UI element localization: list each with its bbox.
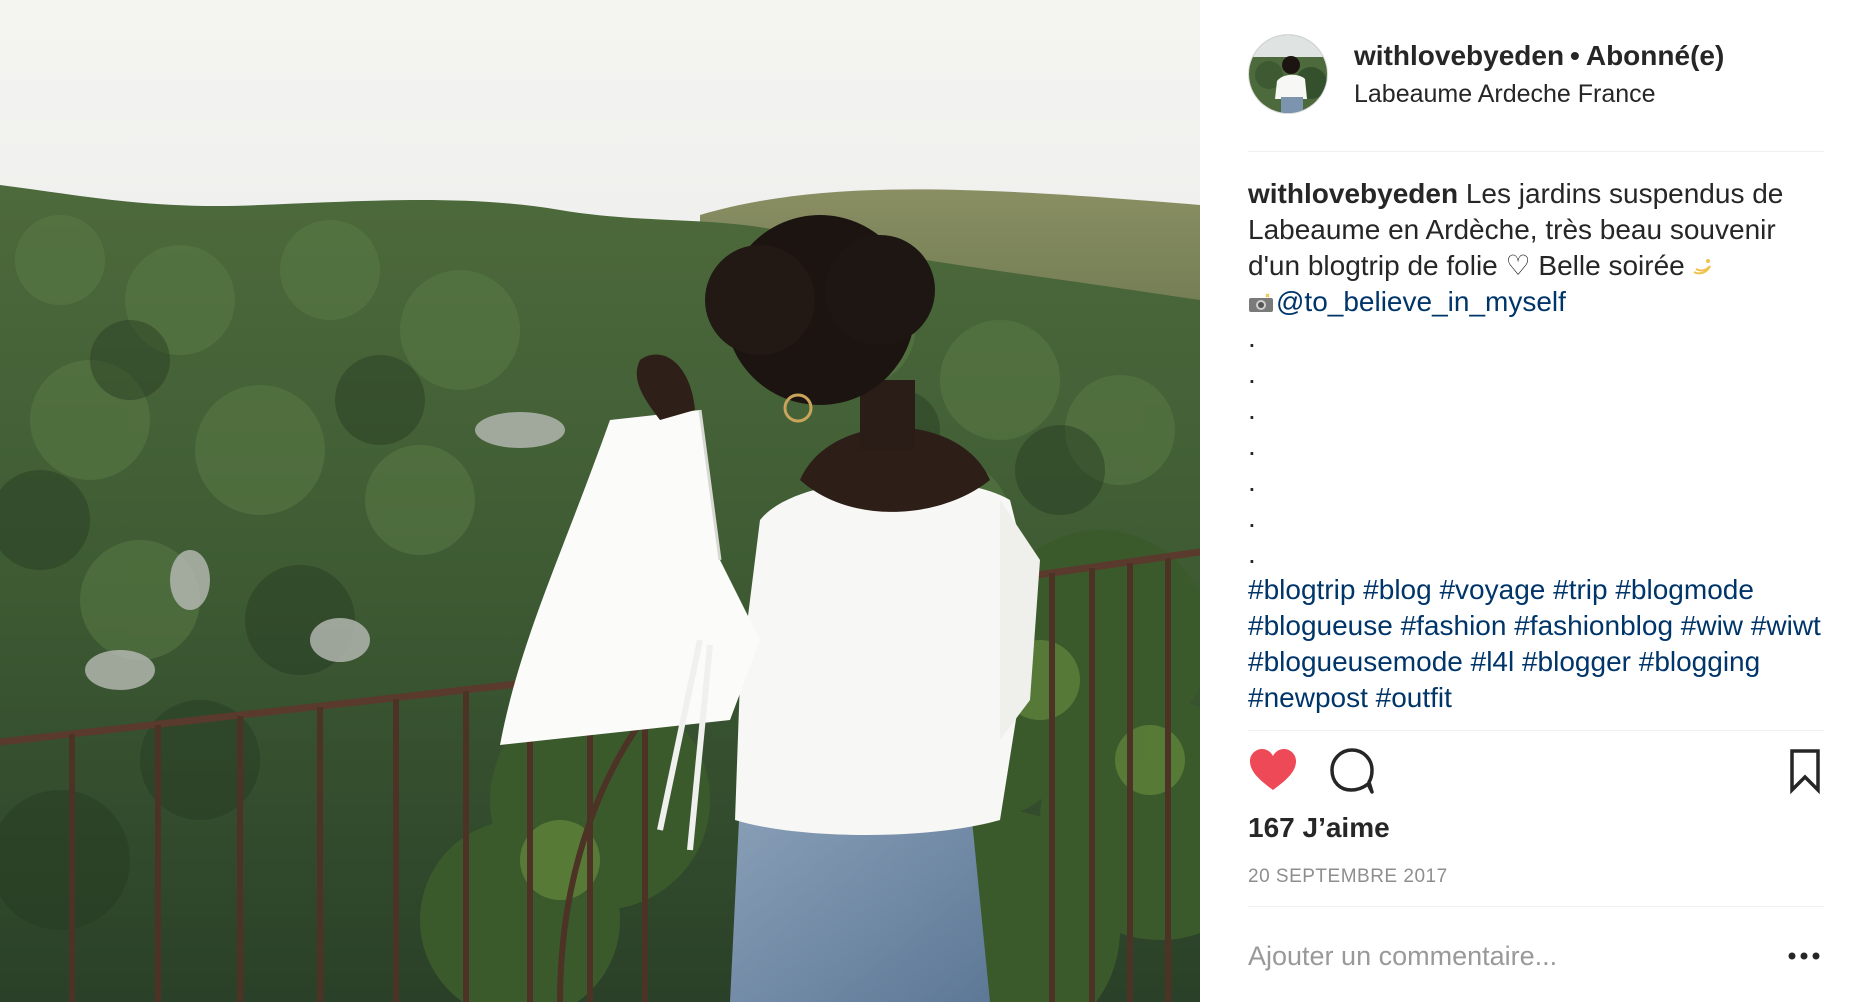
post-header: withlovebyeden • Abonné(e) Labeaume Ardech…: [1248, 32, 1824, 120]
comment-divider: [1248, 906, 1824, 907]
mention-link[interactable]: @to_believe_in_myself: [1276, 286, 1566, 317]
post-side-panel: withlovebyeden • Abonné(e) Labeaume Ardech…: [1200, 0, 1866, 1002]
photo-illustration: [0, 0, 1200, 1002]
post-actions: [1248, 746, 1824, 796]
comment-input[interactable]: [1248, 936, 1748, 976]
caption-dot-line: .: [1248, 502, 1256, 533]
bookmark-icon: [1790, 749, 1820, 795]
camera-flash-icon: [1249, 293, 1273, 312]
caption-dot-line: .: [1248, 430, 1256, 461]
caption-dot-line: .: [1248, 538, 1256, 569]
like-button[interactable]: [1248, 746, 1298, 796]
post-author-row: withlovebyeden • Abonné(e): [1354, 40, 1724, 72]
caption-dot-line: .: [1248, 322, 1256, 353]
caption-divider: [1248, 730, 1824, 731]
heart-icon: [1250, 749, 1296, 790]
post-photo[interactable]: [0, 0, 1200, 1002]
avatar-image: [1249, 35, 1327, 113]
instagram-post: withlovebyeden • Abonné(e) Labeaume Ardech…: [0, 0, 1866, 1002]
more-options-button[interactable]: [1784, 944, 1824, 968]
follow-status-button[interactable]: Abonné(e): [1586, 40, 1724, 71]
avatar[interactable]: [1248, 34, 1328, 114]
comment-button[interactable]: [1328, 746, 1378, 796]
hashtags[interactable]: #blogtrip #blog #voyage #trip #blogmode …: [1248, 572, 1824, 716]
location-link[interactable]: Labeaume Ardeche France: [1354, 80, 1656, 109]
username-link[interactable]: withlovebyeden: [1354, 40, 1564, 71]
comment-bubble-icon: [1330, 748, 1374, 794]
caption-username-link[interactable]: withlovebyeden: [1248, 178, 1458, 209]
likes-count[interactable]: 167 J’aime: [1248, 812, 1390, 844]
comment-row: [1248, 930, 1824, 982]
separator-dot: •: [1570, 40, 1580, 71]
dizzy-sparkle-icon: [1693, 259, 1711, 275]
header-divider: [1248, 151, 1824, 152]
save-button[interactable]: [1780, 746, 1830, 796]
post-date: 20 SEPTEMBRE 2017: [1248, 866, 1448, 887]
caption-dots: . . . . . . .: [1248, 320, 1824, 572]
more-options-icon: [1788, 952, 1820, 960]
post-caption: withlovebyeden Les jardins suspendus de …: [1248, 176, 1824, 716]
caption-dot-line: .: [1248, 358, 1256, 389]
caption-dot-line: .: [1248, 394, 1256, 425]
caption-dot-line: .: [1248, 466, 1256, 497]
